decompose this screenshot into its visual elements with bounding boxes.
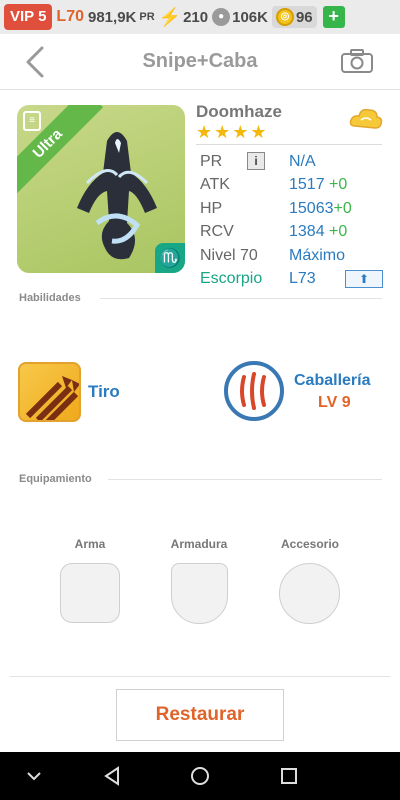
skills-section-line	[100, 298, 382, 299]
notes-icon[interactable]: ≡	[23, 111, 41, 131]
tiro-skill-label: Tiro	[88, 382, 120, 401]
energy-stat: ⚡ 210	[159, 7, 208, 28]
tiro-skill-icon[interactable]	[18, 362, 81, 422]
equip-label-accesorio: Accesorio	[280, 537, 340, 551]
gems-value: 96	[295, 8, 313, 26]
scorpio-icon: ♏	[155, 243, 185, 273]
restore-button[interactable]: Restaurar	[116, 689, 284, 741]
power-value: 981,9K	[88, 8, 137, 26]
weapon-slot[interactable]	[60, 563, 120, 623]
food-stat: ● 106K	[212, 8, 268, 26]
power-unit: PR	[139, 11, 155, 23]
equip-label-arma: Arma	[74, 537, 106, 551]
hero-name-divider	[196, 144, 382, 145]
home-icon[interactable]	[189, 764, 211, 788]
info-icon[interactable]: i	[247, 152, 265, 170]
hero-name: Doomhaze	[196, 102, 282, 121]
paw-icon: ●	[212, 8, 231, 26]
nav-header: Snipe+Caba	[0, 34, 400, 90]
armor-slot[interactable]	[171, 563, 228, 624]
food-value: 106K	[232, 8, 268, 26]
gems-stat: ◎ 96	[271, 6, 317, 28]
stat-label: Escorpio	[200, 269, 263, 287]
stat-value: Máximo	[289, 246, 346, 264]
stat-label: RCV	[200, 223, 234, 241]
caballeria-skill-icon[interactable]	[224, 361, 284, 421]
back-icon[interactable]	[102, 764, 122, 788]
accessory-slot[interactable]	[279, 563, 340, 624]
status-bar: VIP 5 L70 981,9K PR ⚡ 210 ● 106K ◎ 96 +	[0, 0, 400, 34]
add-currency-button[interactable]: +	[322, 6, 345, 28]
player-level: L70	[56, 8, 84, 25]
stat-row-element: Escorpio L73 ⬆	[200, 267, 390, 290]
hero-stats: PR i N/A ATK 1517 +0 HP 15063+0 RCV 1384…	[200, 150, 390, 290]
header-divider	[0, 89, 400, 90]
stat-value: 15063	[289, 199, 334, 217]
equip-label-armadura: Armadura	[170, 537, 228, 551]
stat-value-wrap: 15063+0	[289, 197, 352, 220]
hero-portrait[interactable]: Ultra ≡ ♏	[17, 105, 185, 273]
stat-label: Nivel 70	[200, 246, 258, 264]
stat-label: ATK	[200, 176, 230, 194]
vip-badge[interactable]: VIP 5	[4, 4, 53, 30]
equipment-section-title: Equipamiento	[19, 473, 92, 485]
stat-bonus: +0	[329, 176, 348, 194]
equipment-section-line	[108, 479, 382, 480]
caballeria-skill-level: LV 9	[318, 394, 351, 411]
stat-value: L73	[289, 269, 316, 287]
upgrade-arrow-icon[interactable]: ⬆	[345, 269, 383, 288]
cloud-icon[interactable]	[349, 106, 383, 134]
stat-value: 1384	[289, 223, 325, 241]
stat-value: 1517	[289, 176, 325, 194]
stat-row-atk: ATK 1517 +0	[200, 173, 390, 196]
energy-value: 210	[183, 8, 209, 26]
stat-row-level: Nivel 70 Máximo	[200, 244, 390, 267]
hero-stars: ★★★★	[196, 122, 269, 142]
coin-icon: ◎	[275, 8, 294, 26]
android-nav-bar	[0, 752, 400, 800]
power-stat: 981,9K PR	[88, 9, 155, 26]
claw-marks-icon	[240, 372, 266, 410]
arrows-icon	[25, 376, 79, 420]
bottom-divider	[10, 676, 390, 677]
stat-label: HP	[200, 199, 223, 217]
stat-bonus: +0	[329, 223, 348, 241]
stat-value-wrap: 1384 +0	[289, 220, 347, 243]
creature-artwork	[77, 132, 157, 260]
stat-label: PR	[200, 153, 223, 170]
chevron-down-icon[interactable]	[24, 764, 44, 788]
stat-value-wrap: 1517 +0	[289, 173, 347, 196]
caballeria-skill-label: Caballería	[294, 372, 371, 389]
stat-value: N/A	[289, 153, 316, 170]
stat-row-pr: PR i N/A	[200, 150, 390, 173]
camera-icon[interactable]	[340, 48, 374, 74]
stat-row-hp: HP 15063+0	[200, 197, 390, 220]
stat-bonus: +0	[333, 199, 352, 217]
recents-icon[interactable]	[279, 764, 299, 788]
stat-row-rcv: RCV 1384 +0	[200, 220, 390, 243]
skills-section-title: Habilidades	[19, 292, 81, 304]
bolt-icon: ⚡	[158, 6, 182, 27]
